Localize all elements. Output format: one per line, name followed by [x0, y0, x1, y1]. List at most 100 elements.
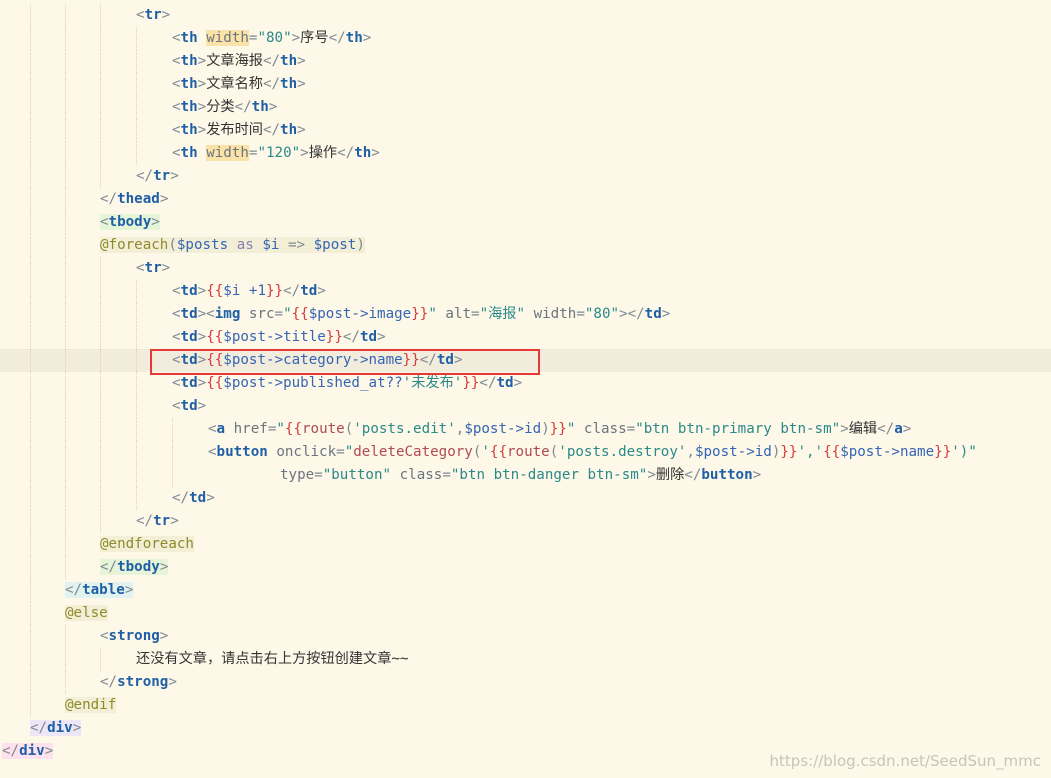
- code-text: <tr>: [136, 7, 171, 23]
- code-line[interactable]: <td>{{$post->published_at??'未发布'}}</td>: [0, 372, 1051, 395]
- indent-guide: [30, 418, 32, 441]
- code-text: <td>{{$i +1}}</td>: [172, 283, 326, 299]
- code-line[interactable]: </tr>: [0, 165, 1051, 188]
- code-line[interactable]: <td>: [0, 395, 1051, 418]
- code-line[interactable]: <tbody>: [0, 211, 1051, 234]
- code-line[interactable]: <td>{{$post->title}}</td>: [0, 326, 1051, 349]
- watermark: https://blog.csdn.net/SeedSun_mmc: [769, 752, 1041, 770]
- indent-guide: [136, 303, 138, 326]
- code-line[interactable]: </div>: [0, 717, 1051, 740]
- indent-guide: [100, 648, 102, 671]
- code-line[interactable]: @foreach($posts as $i => $post): [0, 234, 1051, 257]
- indent-guide: [65, 648, 67, 671]
- indent-guide: [100, 280, 102, 303]
- red-highlight-box: [150, 349, 540, 375]
- code-text: <td><img src="{{$post->image}}" alt="海报"…: [172, 306, 671, 322]
- indent-guide: [30, 625, 32, 648]
- indent-guide: [65, 349, 67, 372]
- code-line[interactable]: <a href="{{route('posts.edit',$post->id)…: [0, 418, 1051, 441]
- indent-guide: [136, 487, 138, 510]
- indent-guide: [136, 372, 138, 395]
- indent-guide: [30, 303, 32, 326]
- code-editor[interactable]: <tr> <th width="80">序号</th> <th>文章海报</th> <…: [0, 0, 1051, 778]
- indent-guide: [100, 142, 102, 165]
- indent-guide: [30, 671, 32, 694]
- indent-guide: [100, 326, 102, 349]
- code-text: @else: [65, 605, 108, 621]
- indent-guide: [30, 510, 32, 533]
- code-line[interactable]: <button onclick="deleteCategory('{{route…: [0, 441, 1051, 464]
- code-line[interactable]: </strong>: [0, 671, 1051, 694]
- indent-guide: [65, 280, 67, 303]
- code-line[interactable]: <tr>: [0, 257, 1051, 280]
- code-text: 还没有文章，请点击右上方按钮创建文章~~: [136, 651, 409, 667]
- indent-guide: [30, 602, 32, 625]
- indent-guide: [65, 4, 67, 27]
- indent-guide: [65, 487, 67, 510]
- indent-guide: [30, 441, 32, 464]
- indent-guide: [136, 142, 138, 165]
- indent-guide: [30, 4, 32, 27]
- indent-guide: [65, 50, 67, 73]
- code-text: <td>{{$post->published_at??'未发布'}}</td>: [172, 375, 523, 391]
- code-text: </tr>: [136, 513, 179, 529]
- code-text: <th width="80">序号</th>: [172, 30, 372, 46]
- code-text: </table>: [65, 582, 134, 598]
- code-line[interactable]: <strong>: [0, 625, 1051, 648]
- code-line[interactable]: </tbody>: [0, 556, 1051, 579]
- code-line[interactable]: </tr>: [0, 510, 1051, 533]
- indent-guide: [65, 418, 67, 441]
- code-line[interactable]: </thead>: [0, 188, 1051, 211]
- indent-guide: [136, 50, 138, 73]
- indent-guide: [100, 257, 102, 280]
- code-line[interactable]: @endforeach: [0, 533, 1051, 556]
- code-line[interactable]: <th>发布时间</th>: [0, 119, 1051, 142]
- indent-guide: [30, 165, 32, 188]
- code-text: type="button" class="btn btn-danger btn-…: [280, 467, 762, 483]
- indent-guide: [136, 326, 138, 349]
- indent-guide: [30, 464, 32, 487]
- code-line[interactable]: type="button" class="btn btn-danger btn-…: [0, 464, 1051, 487]
- code-line[interactable]: </td>: [0, 487, 1051, 510]
- code-line[interactable]: <th width="120">操作</th>: [0, 142, 1051, 165]
- indent-guide: [30, 487, 32, 510]
- indent-guide: [65, 464, 67, 487]
- indent-guide: [65, 234, 67, 257]
- code-line[interactable]: <tr>: [0, 4, 1051, 27]
- code-line[interactable]: @else: [0, 602, 1051, 625]
- code-line[interactable]: <td>{{$i +1}}</td>: [0, 280, 1051, 303]
- indent-guide: [30, 211, 32, 234]
- code-line[interactable]: @endif: [0, 694, 1051, 717]
- indent-guide: [30, 326, 32, 349]
- code-line[interactable]: </table>: [0, 579, 1051, 602]
- code-text: <tbody>: [100, 214, 160, 230]
- indent-guide: [65, 211, 67, 234]
- indent-guide: [172, 464, 174, 487]
- code-text: <strong>: [100, 628, 169, 644]
- indent-guide: [136, 441, 138, 464]
- code-text: </div>: [30, 720, 82, 736]
- indent-guide: [65, 326, 67, 349]
- indent-guide: [65, 395, 67, 418]
- indent-guide: [136, 464, 138, 487]
- code-text: @foreach($posts as $i => $post): [100, 237, 365, 253]
- code-text: </tr>: [136, 168, 179, 184]
- indent-guide: [30, 257, 32, 280]
- indent-guide: [30, 27, 32, 50]
- code-line[interactable]: <td><img src="{{$post->image}}" alt="海报"…: [0, 303, 1051, 326]
- indent-guide: [100, 395, 102, 418]
- code-text: <th>文章海报</th>: [172, 53, 306, 69]
- code-text: <th>文章名称</th>: [172, 76, 306, 92]
- code-line[interactable]: <th>文章海报</th>: [0, 50, 1051, 73]
- code-line[interactable]: 还没有文章，请点击右上方按钮创建文章~~: [0, 648, 1051, 671]
- indent-guide: [136, 73, 138, 96]
- code-line[interactable]: <th>文章名称</th>: [0, 73, 1051, 96]
- indent-guide: [30, 50, 32, 73]
- indent-guide: [65, 96, 67, 119]
- indent-guide: [100, 487, 102, 510]
- indent-guide: [65, 257, 67, 280]
- indent-guide: [65, 188, 67, 211]
- code-line[interactable]: <th>分类</th>: [0, 96, 1051, 119]
- indent-guide: [136, 27, 138, 50]
- code-line[interactable]: <th width="80">序号</th>: [0, 27, 1051, 50]
